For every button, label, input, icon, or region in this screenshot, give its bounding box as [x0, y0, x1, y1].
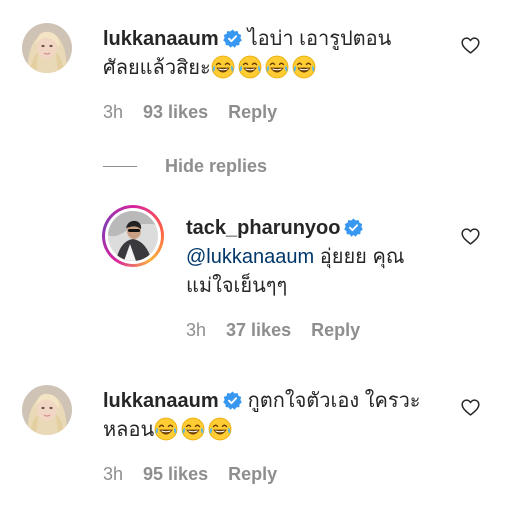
laughing-tears-emoji-icon — [238, 55, 262, 79]
laughing-tears-emoji-icon — [208, 417, 232, 441]
reply-button[interactable]: Reply — [228, 102, 277, 122]
reply-button[interactable]: Reply — [311, 320, 360, 340]
comment-username[interactable]: lukkanaaum — [103, 390, 219, 412]
comment-time[interactable]: 3h — [103, 102, 123, 122]
comment-time[interactable]: 3h — [103, 464, 123, 484]
like-heart-icon[interactable] — [460, 397, 481, 418]
comment-line-1: lukkanaaum ไอบ่า เอารูปตอน — [103, 25, 438, 54]
commenter-avatar[interactable] — [22, 23, 72, 73]
comment-text: หลอน — [103, 419, 155, 441]
comment-line-2: @lukkanaaum อุ่ยยย คุณ — [186, 243, 436, 272]
comment-time[interactable]: 3h — [186, 320, 206, 340]
comment-text: ศัลยแล้วสิยะ — [103, 57, 211, 79]
story-ring[interactable] — [102, 205, 164, 267]
comment-likes-count[interactable]: 37 likes — [226, 320, 291, 340]
laughing-tears-emoji-icon — [154, 417, 178, 441]
comment-likes-count[interactable]: 95 likes — [143, 464, 208, 484]
reply-button[interactable]: Reply — [228, 464, 277, 484]
commenter-avatar[interactable] — [22, 385, 72, 435]
comment-line-3: แม่ใจเย็นๆๆ — [186, 272, 436, 301]
comment-line-1: lukkanaaum กูตกใจตัวเอง ใครวะ — [103, 387, 443, 416]
verified-badge-icon — [344, 218, 363, 237]
comment-body: lukkanaaum ไอบ่า เอารูปตอน ศัลยแล้วสิยะ — [103, 25, 438, 83]
comment-meta: 3h 37 likes Reply — [186, 320, 360, 341]
laughing-tears-emoji-icon — [181, 417, 205, 441]
comment-line-2: ศัลยแล้วสิยะ — [103, 54, 438, 83]
comment-text: อุ่ยยย คุณ — [314, 246, 405, 268]
comment-username[interactable]: lukkanaaum — [103, 28, 219, 50]
commenter-avatar[interactable] — [108, 211, 158, 261]
replies-divider-line — [103, 165, 137, 167]
comment-meta: 3h 93 likes Reply — [103, 102, 277, 123]
hide-replies-label: Hide replies — [165, 155, 268, 176]
laughing-tears-emoji-icon — [211, 55, 235, 79]
verified-badge-icon — [223, 29, 242, 48]
comment-likes-count[interactable]: 93 likes — [143, 102, 208, 122]
verified-badge-icon — [223, 391, 242, 410]
laughing-tears-emoji-icon — [265, 55, 289, 79]
profile-photo-icon — [22, 23, 72, 73]
comment-body: lukkanaaum กูตกใจตัวเอง ใครวะ หลอน — [103, 387, 443, 445]
comment-meta: 3h 95 likes Reply — [103, 464, 277, 485]
comment-text: แม่ใจเย็นๆๆ — [186, 275, 288, 297]
like-heart-icon[interactable] — [460, 35, 481, 56]
profile-photo-icon — [108, 211, 158, 261]
comment-body: tack_pharunyoo @lukkanaaum อุ่ยยย คุณ แม… — [186, 214, 436, 301]
comment-text: ไอบ่า เอารูปตอน — [247, 28, 392, 50]
comment-text: กูตกใจตัวเอง ใครวะ — [247, 390, 421, 412]
hide-replies-toggle[interactable]: Hide replies — [103, 153, 267, 179]
like-heart-icon[interactable] — [460, 226, 481, 247]
comment-username[interactable]: tack_pharunyoo — [186, 217, 340, 239]
laughing-tears-emoji-icon — [292, 55, 316, 79]
comment-line-2: หลอน — [103, 416, 443, 445]
mention-link[interactable]: @lukkanaaum — [186, 246, 314, 268]
comment-line-1: tack_pharunyoo — [186, 214, 436, 243]
profile-photo-icon — [22, 385, 72, 435]
